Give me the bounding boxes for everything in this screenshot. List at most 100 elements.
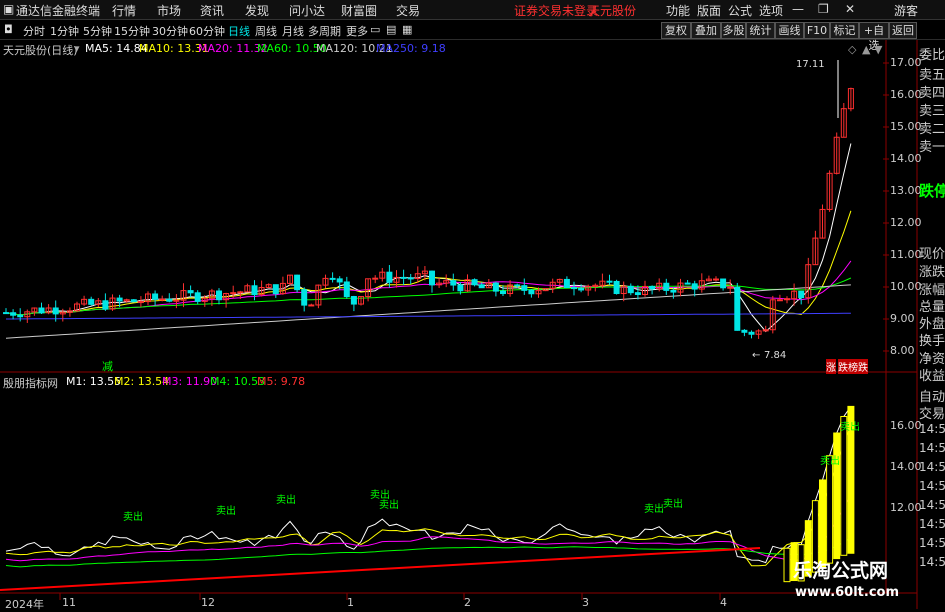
tab-more[interactable]: 更多: [346, 23, 368, 39]
candle-body: [3, 312, 9, 315]
price-axis-tick: 16.00: [890, 88, 922, 101]
candle-body: [102, 300, 109, 310]
menu-func[interactable]: 功能: [666, 2, 690, 19]
tab-1min[interactable]: 1分钟: [50, 23, 79, 39]
tab-daily[interactable]: 日线: [228, 23, 250, 39]
m5-label: M5: 9.78: [257, 375, 306, 388]
restore-icon[interactable]: ❐: [818, 2, 829, 16]
tab-weekly[interactable]: 周线: [255, 23, 277, 39]
tab-60min[interactable]: 60分钟: [189, 23, 225, 39]
indicator-m5-line: [0, 547, 761, 591]
fuquan-button[interactable]: 复权: [661, 22, 691, 39]
tab-multi[interactable]: 多周期: [308, 23, 341, 39]
kline-chart[interactable]: [0, 40, 945, 609]
price-axis-tick: 12.00: [890, 216, 922, 229]
panel-icon-2[interactable]: ▤: [386, 23, 396, 36]
menu-options[interactable]: 选项: [759, 2, 783, 19]
add-watchlist-button[interactable]: +自选: [859, 22, 889, 52]
up-icon[interactable]: ▲: [862, 43, 870, 56]
candle-body: [528, 289, 535, 295]
stats-button[interactable]: 统计: [746, 22, 775, 39]
tab-5min[interactable]: 5分钟: [83, 23, 112, 39]
menu-layout[interactable]: 版面: [697, 2, 721, 19]
tab-15min[interactable]: 15分钟: [114, 23, 150, 39]
candle-body: [116, 297, 123, 302]
menu-wealth[interactable]: 财富圈: [341, 2, 377, 19]
candle-body: [627, 285, 634, 294]
candle-body: [514, 284, 521, 287]
limit-tag-2: 跌榜跌: [838, 359, 868, 374]
app-logo-icon: ▣: [3, 2, 15, 16]
indicator-bar: [819, 479, 826, 569]
sell-signal: 卖出: [840, 422, 860, 433]
tab-30min[interactable]: 30分钟: [152, 23, 188, 39]
close-icon[interactable]: ✕: [845, 2, 855, 16]
tab-monthly[interactable]: 月线: [282, 23, 304, 39]
panel-toggle-icon[interactable]: ◘: [4, 23, 13, 36]
menu-discover[interactable]: 发现: [245, 2, 269, 19]
multistock-button[interactable]: 多股: [721, 22, 746, 39]
indicator-title: 殷朋指标网: [3, 377, 58, 390]
candle-body: [748, 331, 755, 335]
panel-icon-1[interactable]: ▭: [370, 23, 380, 36]
candle-body: [372, 277, 379, 280]
side-trade[interactable]: 交易: [919, 403, 945, 422]
time-axis-label: 2024年: [5, 598, 44, 611]
main-chart-title: 天元股份(日线): [3, 44, 78, 57]
draw-button[interactable]: 画线: [775, 22, 804, 39]
candle-body: [88, 298, 95, 305]
watermark-title: 乐淘公式网: [793, 560, 889, 582]
candle-body: [649, 285, 656, 290]
m1-label: M1: 13.55: [66, 375, 122, 388]
price-axis-tick: 15.00: [890, 120, 922, 133]
candle-body: [407, 277, 414, 280]
m2-label: M2: 13.54: [114, 375, 170, 388]
minimize-icon[interactable]: —: [792, 2, 804, 16]
side-sell5: 卖五: [919, 68, 945, 83]
menu-news[interactable]: 资讯: [200, 2, 224, 19]
candle-body: [350, 296, 357, 305]
back-button[interactable]: 返回: [889, 22, 917, 39]
indicator-bar: [840, 415, 848, 556]
diamond-icon[interactable]: ◇: [848, 43, 856, 56]
menu-ask[interactable]: 问小达: [289, 2, 325, 19]
candle-body: [563, 278, 570, 289]
app-title: 通达信金融终端: [16, 4, 101, 18]
reduce-tag: 减: [102, 360, 113, 373]
guest-button[interactable]: 游客: [894, 2, 918, 19]
candle-body: [663, 282, 670, 291]
f10-button[interactable]: F10: [804, 22, 830, 39]
side-sell2: 卖二: [919, 122, 945, 137]
indicator-line: [5, 424, 852, 567]
candle-body: [166, 298, 173, 302]
menu-bar: ▣ 通达信金融终端 行情 市场 资讯 发现 问小达 财富圈 交易 证券交易未登录…: [0, 0, 945, 20]
panel-icon-3[interactable]: ▦: [402, 23, 412, 36]
menu-hq[interactable]: 行情: [112, 2, 136, 19]
side-change: 涨跌: [919, 265, 945, 280]
down-icon[interactable]: ▼: [874, 43, 882, 56]
candle-body: [471, 279, 478, 286]
menu-trade[interactable]: 交易: [396, 2, 420, 19]
menu-market[interactable]: 市场: [157, 2, 181, 19]
side-weibi: 委比: [919, 48, 945, 63]
ma250-label: MA250: 9.18: [376, 42, 446, 55]
side-price: 现价: [919, 247, 945, 262]
sell-signal: 卖出: [820, 456, 840, 467]
period-toolbar: ◘ 分时 1分钟 5分钟 15分钟 30分钟 60分钟 日线 周线 月线 多周期…: [0, 21, 945, 52]
candle-body: [670, 289, 677, 293]
tab-fenshi[interactable]: 分时: [23, 23, 45, 39]
price-axis-tick: 13.00: [890, 184, 922, 197]
sell-signal: 卖出: [644, 504, 664, 515]
side-turnover: 换手: [919, 334, 945, 349]
overlay-button[interactable]: 叠加: [691, 22, 721, 39]
legend-dropdown-icon[interactable]: ▾: [74, 42, 80, 55]
candle-body: [776, 299, 783, 302]
price-axis-tick: 17.00: [890, 56, 922, 69]
candle-body: [684, 282, 691, 285]
tick-time: 14:56: [919, 479, 945, 493]
candle-body: [216, 290, 222, 301]
mark-button[interactable]: 标记: [830, 22, 859, 39]
time-axis-label: 11: [62, 596, 76, 609]
candle-body: [492, 282, 499, 292]
menu-formula[interactable]: 公式: [728, 2, 752, 19]
